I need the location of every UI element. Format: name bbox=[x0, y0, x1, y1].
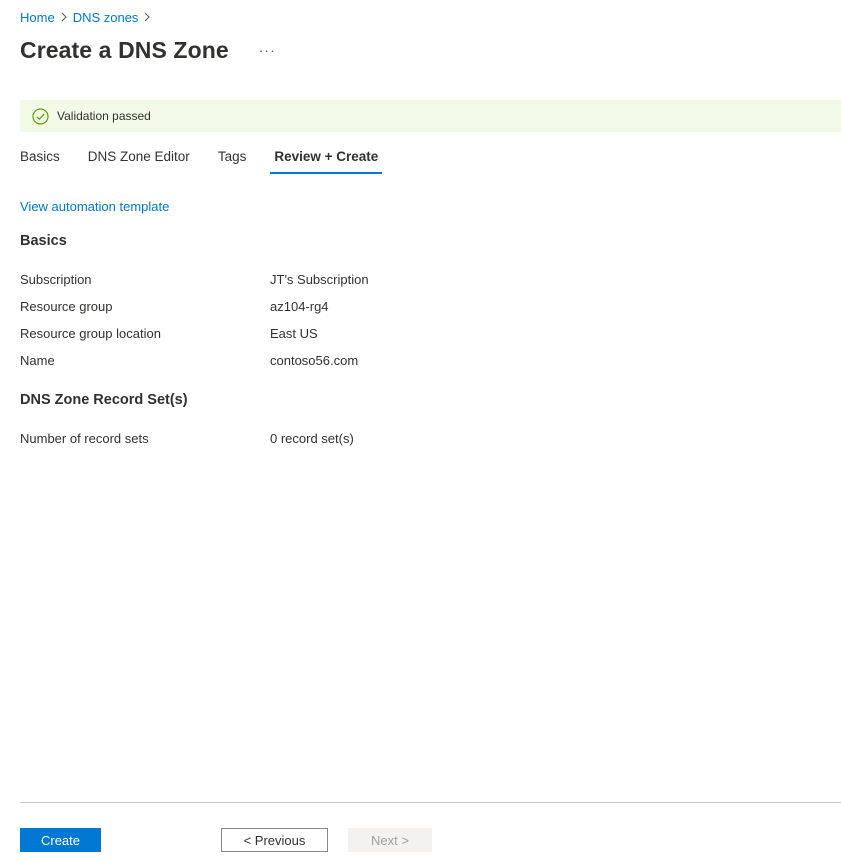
validation-message: Validation passed bbox=[57, 109, 151, 123]
summary-value: East US bbox=[270, 326, 318, 341]
summary-label: Name bbox=[20, 353, 55, 368]
more-horizontal-icon[interactable]: ··· bbox=[255, 42, 280, 58]
summary-row-subscription: Subscription JT's Subscription bbox=[20, 272, 670, 290]
chevron-right-icon bbox=[138, 12, 156, 22]
previous-button[interactable]: < Previous bbox=[221, 828, 328, 852]
create-button[interactable]: Create bbox=[20, 828, 101, 852]
summary-value: JT's Subscription bbox=[270, 272, 369, 287]
summary-row-number-of-record-sets: Number of record sets 0 record set(s) bbox=[20, 431, 670, 449]
summary-label: Subscription bbox=[20, 272, 92, 287]
page-title: Create a DNS Zone bbox=[20, 36, 229, 63]
validation-banner: Validation passed bbox=[20, 100, 841, 132]
tab-basics[interactable]: Basics bbox=[20, 144, 60, 174]
section-heading-basics: Basics bbox=[20, 233, 67, 249]
tab-review-create[interactable]: Review + Create bbox=[270, 144, 383, 174]
summary-row-resource-group-location: Resource group location East US bbox=[20, 326, 670, 344]
summary-row-resource-group: Resource group az104-rg4 bbox=[20, 299, 670, 317]
summary-value: contoso56.com bbox=[270, 353, 359, 368]
tab-tags[interactable]: Tags bbox=[218, 144, 247, 174]
wizard-tabs: Basics DNS Zone Editor Tags Review + Cre… bbox=[20, 144, 406, 176]
section-heading-record-sets: DNS Zone Record Set(s) bbox=[20, 392, 188, 408]
next-button[interactable]: Next > bbox=[348, 828, 432, 852]
summary-value: 0 record set(s) bbox=[270, 431, 354, 446]
tab-dns-zone-editor[interactable]: DNS Zone Editor bbox=[88, 144, 190, 174]
summary-label: Resource group location bbox=[20, 326, 161, 341]
summary-label: Number of record sets bbox=[20, 431, 149, 446]
create-dns-zone-page: Home DNS zones Create a DNS Zone ··· Val… bbox=[0, 0, 841, 863]
view-automation-template-link[interactable]: View automation template bbox=[20, 199, 169, 214]
breadcrumb-home-link[interactable]: Home bbox=[20, 10, 55, 25]
summary-value: az104-rg4 bbox=[270, 299, 329, 314]
summary-row-name: Name contoso56.com bbox=[20, 353, 670, 371]
check-circle-icon bbox=[32, 107, 49, 125]
summary-label: Resource group bbox=[20, 299, 113, 314]
footer-divider bbox=[20, 802, 841, 803]
title-row: Create a DNS Zone ··· bbox=[20, 34, 280, 66]
breadcrumb-dns-zones-link[interactable]: DNS zones bbox=[73, 10, 139, 25]
chevron-right-icon bbox=[55, 12, 73, 22]
breadcrumb: Home DNS zones bbox=[20, 8, 156, 26]
